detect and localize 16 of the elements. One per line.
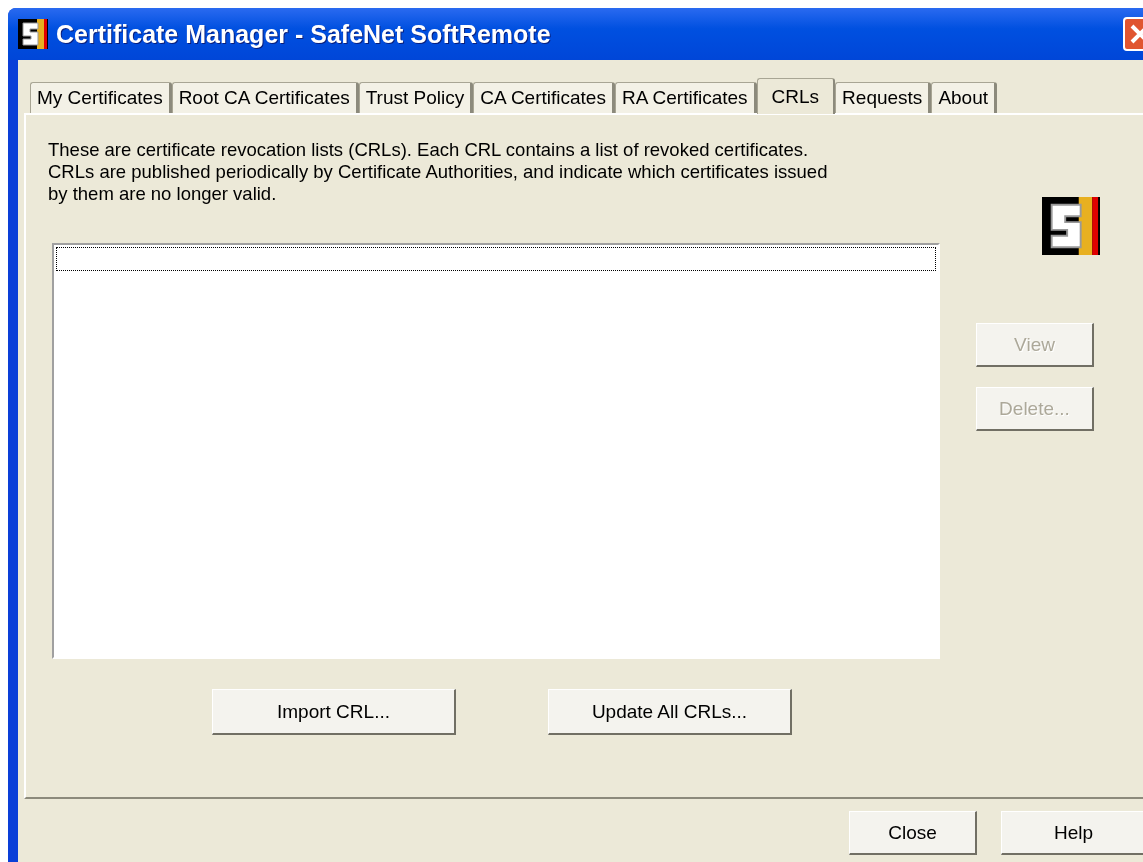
description-text: These are certificate revocation lists (CRLs). Each CRL contains a list of revoked certificates. CRLs are published periodically by Certificate Authorities, and indicate which certificates issued by them are no longer valid. [48,139,829,205]
tab[interactable]: About [931,82,998,113]
tab[interactable]: CRLs [756,78,836,114]
tab[interactable]: Requests [835,82,932,113]
tab[interactable]: My Certificates [30,82,172,113]
tab[interactable]: CA Certificates [473,82,615,113]
tab[interactable]: Root CA Certificates [171,82,359,113]
logo-icon [1042,197,1100,255]
tab[interactable]: RA Certificates [614,82,757,113]
window-title: Certificate Manager - SafeNet SoftRemote [56,19,552,49]
logo-icon [18,19,48,49]
panel-button[interactable]: Import CRL... [212,689,456,735]
dialog-button[interactable]: Close [849,811,977,855]
dialog-button[interactable]: Help [1001,811,1143,855]
panel-button[interactable]: Update All CRLs... [548,689,792,735]
tab[interactable]: Trust Policy [358,82,474,113]
